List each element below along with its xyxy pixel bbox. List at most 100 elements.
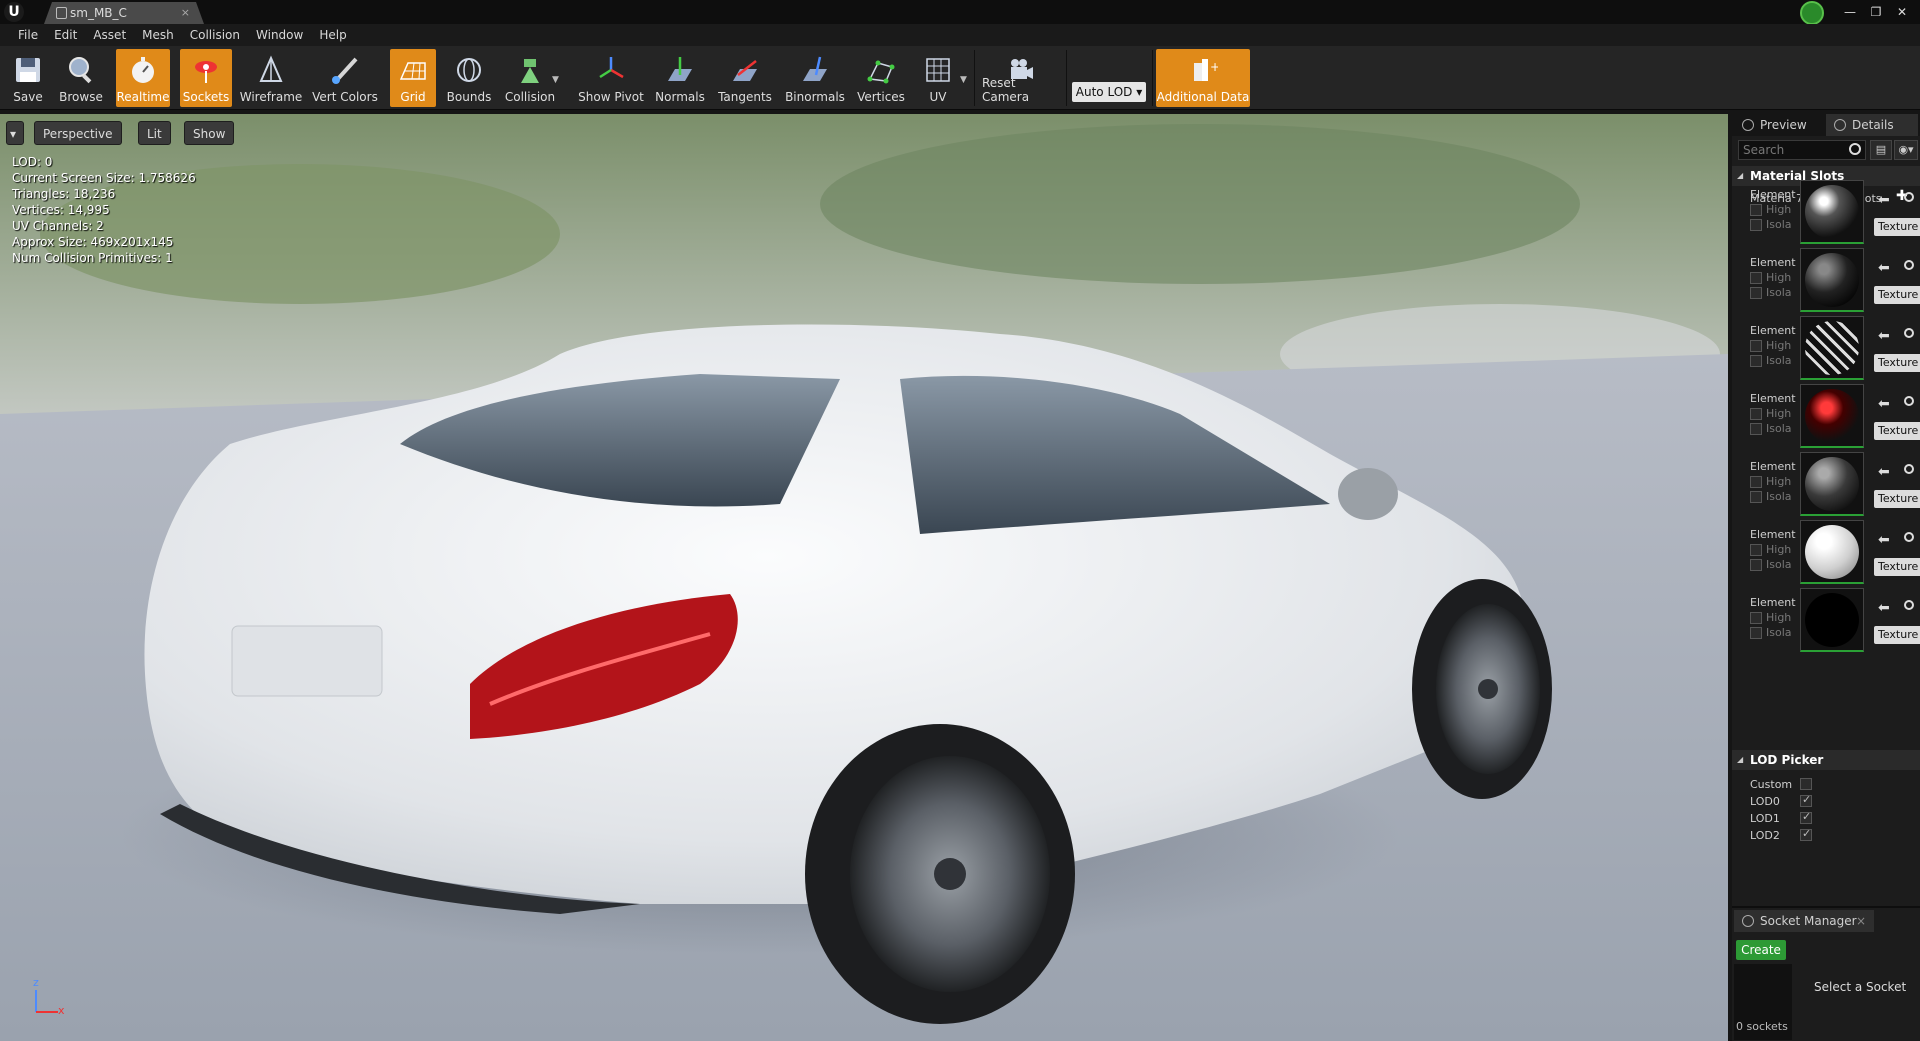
isolate-checkbox[interactable] xyxy=(1750,559,1762,571)
texture-button[interactable]: Texture xyxy=(1874,558,1920,576)
isolate-checkbox[interactable] xyxy=(1750,491,1762,503)
use-selected-arrow-icon[interactable]: ⬅ xyxy=(1878,600,1890,616)
auto-lod-dropdown[interactable]: Auto LOD ▾ xyxy=(1072,82,1146,102)
viewport-options-button[interactable]: ▾ xyxy=(6,121,24,145)
bounds-button[interactable]: Bounds xyxy=(446,49,492,107)
uv-dropdown-icon[interactable]: ▼ xyxy=(960,75,967,85)
use-selected-arrow-icon[interactable]: ⬅ xyxy=(1878,396,1890,412)
wireframe-button[interactable]: Wireframe xyxy=(240,49,302,107)
material-thumbnail[interactable] xyxy=(1800,248,1864,312)
material-thumbnail[interactable] xyxy=(1800,180,1864,244)
use-selected-arrow-icon[interactable]: ⬅ xyxy=(1878,532,1890,548)
material-thumbnail[interactable] xyxy=(1800,588,1864,652)
create-socket-button[interactable]: Create xyxy=(1736,940,1786,960)
menu-window[interactable]: Window xyxy=(248,24,311,46)
lit-button[interactable]: Lit xyxy=(138,121,171,145)
highlight-checkbox[interactable] xyxy=(1750,612,1762,624)
socket-manager-panel: Socket Manager × Create 0 sockets Select … xyxy=(1732,906,1920,1041)
browse-asset-icon[interactable] xyxy=(1904,192,1914,202)
isolate-checkbox[interactable] xyxy=(1750,219,1762,231)
bounds-label: Bounds xyxy=(446,90,492,104)
lod-checkbox[interactable] xyxy=(1800,827,1812,841)
use-selected-arrow-icon[interactable]: ⬅ xyxy=(1878,464,1890,480)
highlight-checkbox[interactable] xyxy=(1750,340,1762,352)
material-thumbnail[interactable] xyxy=(1800,316,1864,380)
isolate-checkbox[interactable] xyxy=(1750,287,1762,299)
browse-asset-icon[interactable] xyxy=(1904,600,1914,610)
texture-button[interactable]: Texture xyxy=(1874,626,1920,644)
collision-button[interactable]: Collision ▼ xyxy=(500,49,560,107)
search-placeholder: Search xyxy=(1743,143,1785,157)
texture-button[interactable]: Texture xyxy=(1874,422,1920,440)
menu-mesh[interactable]: Mesh xyxy=(134,24,182,46)
minimize-button[interactable]: — xyxy=(1840,3,1860,21)
reset-camera-button[interactable]: Reset Camera xyxy=(982,49,1058,107)
menu-help[interactable]: Help xyxy=(311,24,354,46)
highlight-checkbox[interactable] xyxy=(1750,544,1762,556)
source-control-icon[interactable] xyxy=(1800,1,1824,25)
isolate-checkbox[interactable] xyxy=(1750,423,1762,435)
highlight-checkbox[interactable] xyxy=(1750,272,1762,284)
visibility-eye-button[interactable]: ◉▾ xyxy=(1894,140,1918,160)
material-thumbnail[interactable] xyxy=(1800,384,1864,448)
browse-asset-icon[interactable] xyxy=(1904,328,1914,338)
view-options-button[interactable]: ▤ xyxy=(1870,140,1892,160)
isolate-label: Isola xyxy=(1766,422,1792,435)
highlight-checkbox[interactable] xyxy=(1750,476,1762,488)
browse-asset-icon[interactable] xyxy=(1904,396,1914,406)
close-window-button[interactable]: ✕ xyxy=(1892,3,1912,21)
use-selected-arrow-icon[interactable]: ⬅ xyxy=(1878,328,1890,344)
asset-document-tab[interactable]: sm_MB_C × xyxy=(44,2,204,24)
sockets-toggle[interactable]: Sockets xyxy=(180,49,232,107)
menu-file[interactable]: File xyxy=(10,24,46,46)
lod-checkbox[interactable] xyxy=(1800,810,1812,824)
lod-row: LOD2 xyxy=(1732,827,1920,844)
tab-close-icon[interactable]: × xyxy=(181,2,190,24)
perspective-button[interactable]: Perspective xyxy=(34,121,122,145)
show-pivot-button[interactable]: Show Pivot xyxy=(576,49,646,107)
tab-details[interactable]: Details xyxy=(1826,114,1918,136)
texture-button[interactable]: Texture xyxy=(1874,218,1920,236)
lod-checkbox[interactable] xyxy=(1800,793,1812,807)
menu-collision[interactable]: Collision xyxy=(182,24,248,46)
browse-asset-icon[interactable] xyxy=(1904,532,1914,542)
additional-data-button[interactable]: + Additional Data xyxy=(1156,49,1250,107)
tab-socket-manager[interactable]: Socket Manager × xyxy=(1734,910,1874,932)
material-thumbnail[interactable] xyxy=(1800,452,1864,516)
realtime-label: Realtime xyxy=(116,90,170,104)
mesh-viewport[interactable]: ▾ Perspective Lit Show LOD: 0 Current Sc… xyxy=(0,114,1728,1041)
collision-dropdown-icon[interactable]: ▼ xyxy=(552,75,559,85)
socket-tab-close-icon[interactable]: × xyxy=(1856,910,1866,932)
isolate-checkbox[interactable] xyxy=(1750,627,1762,639)
material-thumbnail[interactable] xyxy=(1800,520,1864,584)
browse-asset-icon[interactable] xyxy=(1904,464,1914,474)
highlight-checkbox[interactable] xyxy=(1750,204,1762,216)
save-button[interactable]: Save xyxy=(6,49,50,107)
isolate-checkbox[interactable] xyxy=(1750,355,1762,367)
details-search-input[interactable]: Search xyxy=(1738,140,1866,160)
texture-button[interactable]: Texture xyxy=(1874,490,1920,508)
grid-toggle[interactable]: Grid xyxy=(390,49,436,107)
menu-edit[interactable]: Edit xyxy=(46,24,85,46)
lod-checkbox[interactable] xyxy=(1800,778,1812,790)
lod-picker-header[interactable]: LOD Picker xyxy=(1732,750,1920,770)
use-selected-arrow-icon[interactable]: ⬅ xyxy=(1878,260,1890,276)
texture-button[interactable]: Texture xyxy=(1874,354,1920,372)
vert-colors-button[interactable]: Vert Colors xyxy=(312,49,378,107)
highlight-checkbox[interactable] xyxy=(1750,408,1762,420)
realtime-toggle[interactable]: Realtime xyxy=(116,49,170,107)
use-selected-arrow-icon[interactable]: ⬅ xyxy=(1878,192,1890,208)
maximize-button[interactable]: ❐ xyxy=(1866,3,1886,21)
vertices-button[interactable]: Vertices xyxy=(854,49,908,107)
menu-asset[interactable]: Asset xyxy=(85,24,134,46)
binormals-button[interactable]: Binormals xyxy=(784,49,846,107)
normals-button[interactable]: Normals xyxy=(654,49,706,107)
browse-asset-icon[interactable] xyxy=(1904,260,1914,270)
uv-button[interactable]: UV ▼ xyxy=(914,49,967,107)
tab-title: sm_MB_C xyxy=(70,6,127,20)
browse-button[interactable]: Browse xyxy=(56,49,106,107)
show-button[interactable]: Show xyxy=(184,121,235,145)
texture-button[interactable]: Texture xyxy=(1874,286,1920,304)
tangents-button[interactable]: Tangents xyxy=(716,49,774,107)
tab-preview[interactable]: Preview xyxy=(1734,114,1824,136)
